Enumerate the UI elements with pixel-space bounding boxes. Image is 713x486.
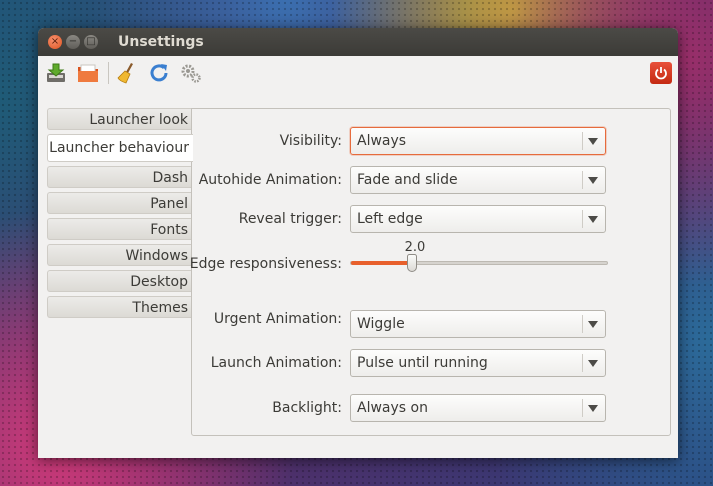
edge-responsiveness-row: Edge responsiveness: 2.0	[189, 240, 672, 284]
autohide-animation-label: Autohide Animation:	[198, 172, 342, 188]
combo-separator	[582, 132, 583, 150]
sidebar-item-launcher-look[interactable]: Launcher look	[47, 108, 192, 130]
settings-sidebar: Launcher look Launcher behaviour Dash Pa…	[47, 108, 193, 322]
launcher-behaviour-panel: Visibility: Always Autohide Animation: F…	[189, 108, 672, 436]
visibility-row: Visibility: Always	[192, 126, 672, 156]
chevron-down-icon	[588, 138, 598, 145]
urgent-animation-value: Wiggle	[357, 316, 405, 332]
visibility-select[interactable]: Always	[350, 127, 606, 155]
reveal-trigger-label: Reveal trigger:	[238, 211, 342, 227]
toolbar	[38, 56, 678, 90]
visibility-label: Visibility:	[279, 133, 342, 149]
edge-responsiveness-value: 2.0	[404, 240, 426, 255]
broom-icon[interactable]	[113, 59, 141, 87]
maximize-window-icon[interactable]: □	[84, 35, 98, 49]
slider-fill	[351, 261, 413, 265]
edge-responsiveness-label: Edge responsiveness:	[189, 256, 342, 272]
launch-animation-value: Pulse until running	[357, 355, 488, 371]
minimize-window-icon[interactable]: −	[66, 35, 80, 49]
window-title: Unsettings	[118, 34, 204, 50]
toolbar-separator	[108, 62, 109, 84]
sidebar-item-dash[interactable]: Dash	[47, 166, 192, 188]
reveal-trigger-select[interactable]: Left edge	[350, 205, 606, 233]
gears-icon[interactable]	[177, 59, 205, 87]
chevron-down-icon	[588, 360, 598, 367]
sidebar-item-launcher-behaviour[interactable]: Launcher behaviour	[47, 134, 193, 162]
sidebar-item-themes[interactable]: Themes	[47, 296, 192, 318]
power-icon[interactable]	[650, 62, 672, 84]
sidebar-item-desktop[interactable]: Desktop	[47, 270, 192, 292]
backlight-value: Always on	[357, 400, 428, 416]
open-folder-icon[interactable]	[74, 59, 102, 87]
close-window-icon[interactable]: ×	[48, 35, 62, 49]
title-bar[interactable]: × − □ Unsettings	[38, 28, 678, 56]
combo-separator	[582, 171, 583, 189]
sidebar-item-windows[interactable]: Windows	[47, 244, 192, 266]
launch-animation-select[interactable]: Pulse until running	[350, 349, 606, 377]
backlight-row: Backlight: Always on	[192, 393, 672, 423]
urgent-animation-row: Urgent Animation: Wiggle	[192, 309, 672, 339]
chevron-down-icon	[588, 321, 598, 328]
combo-separator	[582, 399, 583, 417]
sidebar-item-fonts[interactable]: Fonts	[47, 218, 192, 240]
launch-animation-label: Launch Animation:	[210, 355, 342, 371]
combo-separator	[582, 210, 583, 228]
backlight-label: Backlight:	[272, 400, 342, 416]
chevron-down-icon	[588, 177, 598, 184]
unsettings-window: × − □ Unsettings Launcher look Launcher …	[38, 28, 678, 458]
combo-separator	[582, 315, 583, 333]
backlight-select[interactable]: Always on	[350, 394, 606, 422]
sidebar-item-panel[interactable]: Panel	[47, 192, 192, 214]
urgent-animation-select[interactable]: Wiggle	[350, 310, 606, 338]
autohide-animation-row: Autohide Animation: Fade and slide	[192, 165, 672, 195]
slider-handle[interactable]	[407, 254, 418, 272]
autohide-animation-value: Fade and slide	[357, 172, 458, 188]
chevron-down-icon	[588, 216, 598, 223]
refresh-icon[interactable]	[145, 59, 173, 87]
visibility-value: Always	[357, 133, 407, 149]
save-icon[interactable]	[42, 59, 70, 87]
launch-animation-row: Launch Animation: Pulse until running	[192, 348, 672, 378]
reveal-trigger-value: Left edge	[357, 211, 423, 227]
autohide-animation-select[interactable]: Fade and slide	[350, 166, 606, 194]
edge-responsiveness-slider[interactable]	[350, 254, 608, 272]
reveal-trigger-row: Reveal trigger: Left edge	[192, 204, 672, 234]
combo-separator	[582, 354, 583, 372]
urgent-animation-label: Urgent Animation:	[213, 311, 342, 327]
chevron-down-icon	[588, 405, 598, 412]
